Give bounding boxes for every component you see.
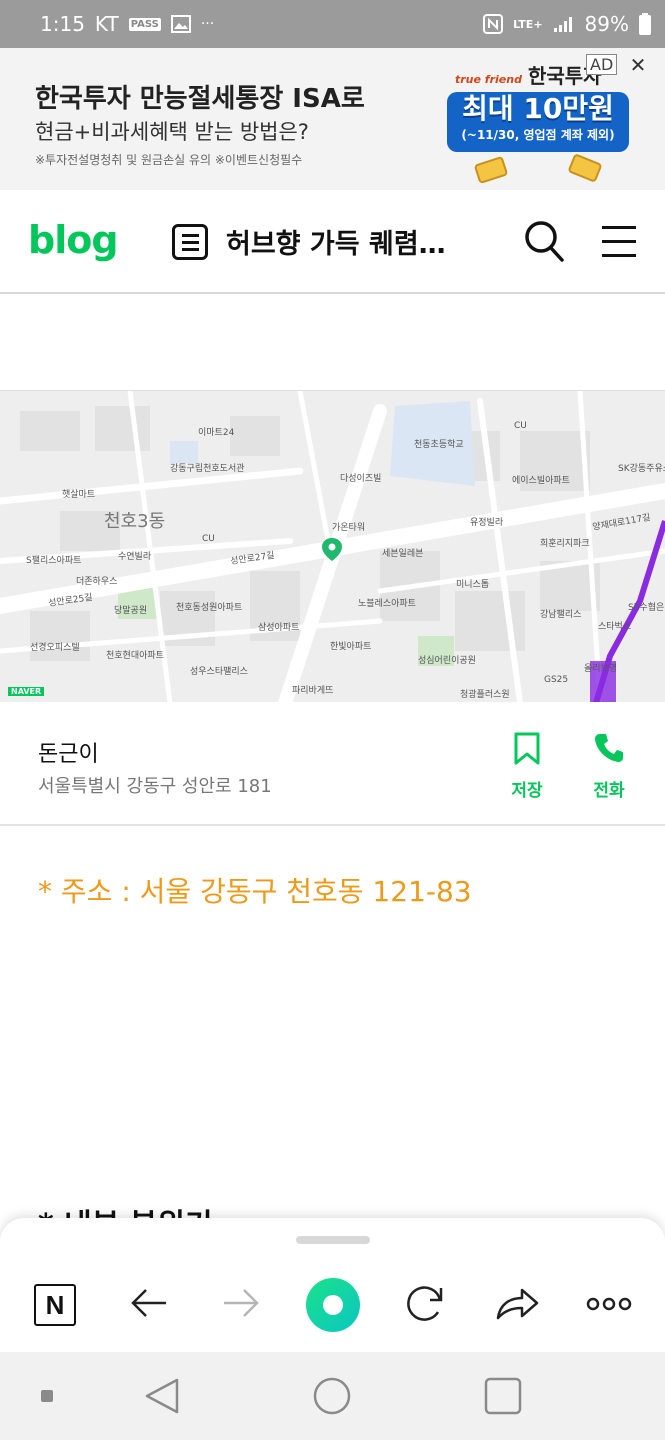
map-label: 한빛아파트	[330, 642, 372, 652]
post-list-icon[interactable]	[172, 224, 208, 260]
nfc-icon	[483, 14, 504, 34]
map-label: 에이스빌아파트	[512, 476, 570, 486]
ad-promo-sub: (~11/30, 영업점 계좌 제외)	[461, 128, 615, 142]
map-label: 세븐일레븐	[382, 549, 424, 559]
map-label: Sh수협은	[628, 603, 665, 613]
ad-label: AD	[586, 54, 618, 75]
refresh-icon[interactable]	[400, 1278, 450, 1328]
map-label: 천호동성원아파트	[176, 603, 243, 613]
map-label: 가온타워	[332, 523, 366, 533]
menu-icon[interactable]	[602, 224, 636, 258]
nav-recents-icon[interactable]	[483, 1376, 523, 1416]
post-title[interactable]: 허브향 가득 퀘렴…	[226, 222, 446, 261]
nav-back-icon[interactable]	[143, 1376, 183, 1416]
address-text: * 주소 : 서울 강동구 천호동 121-83	[38, 875, 472, 908]
ad-headline: 한국투자 만능절세통장 ISA로	[35, 84, 365, 114]
blog-logo[interactable]: blog	[28, 218, 119, 262]
map-label: 햇살마트	[62, 490, 96, 500]
map-label: 청광플러스원	[460, 690, 510, 700]
map-label: 성우스타팰리스	[190, 667, 248, 677]
phone-icon	[595, 734, 623, 762]
map-label: 수연빌라	[118, 552, 152, 562]
ad-brand: true friend 한국투자	[455, 60, 602, 89]
place-address: 서울특별시 강동구 성안로 181	[38, 776, 272, 797]
share-icon[interactable]	[492, 1278, 542, 1328]
place-map[interactable]: 천호3동 이마트24 강동구립천호도서관 천동초등학교 다성이즈빌 햇살마트 가…	[0, 390, 665, 702]
map-label: 삼성아파트	[258, 623, 300, 633]
battery-icon	[639, 13, 651, 35]
signal-icon	[553, 17, 572, 32]
network-type: LTE+	[513, 17, 543, 31]
ad-banner[interactable]: 한국투자 만능절세통장 ISA로 현금+비과세혜택 받는 방법은? ※투자전설명…	[0, 48, 665, 190]
green-dot-button[interactable]	[306, 1278, 360, 1332]
toolbar-handle[interactable]	[296, 1236, 370, 1244]
more-icon[interactable]	[584, 1278, 634, 1328]
pass-icon: PASS	[128, 17, 161, 31]
nav-home-icon[interactable]	[311, 1375, 353, 1417]
status-bar: 1:15 KT PASS ··· LTE+ 89%	[0, 0, 665, 48]
ad-brand-small: true friend	[455, 73, 522, 86]
browser-toolbar: N	[0, 1218, 665, 1352]
map-label: 강동구립천호도서관	[170, 464, 245, 474]
map-area-label: 천호3동	[104, 511, 166, 532]
place-card[interactable]: 돈근이 서울특별시 강동구 성안로 181 저장 전화	[0, 702, 665, 826]
map-label: 유정빌라	[470, 518, 504, 528]
save-label: 저장	[511, 781, 543, 801]
map-label: 스타벅스	[598, 622, 632, 632]
map-label: GS25	[544, 675, 569, 685]
ad-promo-main: 최대 10만원	[462, 92, 614, 125]
map-label: 올리브영	[584, 664, 618, 674]
map-label: CU	[514, 421, 527, 431]
ad-subline: 현금+비과세혜택 받는 방법은?	[35, 120, 309, 144]
map-label: S팰리스아파트	[26, 556, 82, 566]
coin-icon	[473, 155, 509, 185]
map-label: 희훈리지파크	[540, 539, 590, 549]
call-label: 전화	[593, 781, 625, 801]
map-label: 다성이즈빌	[340, 474, 382, 484]
ad-close-button[interactable]: ✕	[622, 52, 654, 78]
naver-logo: NAVER	[8, 687, 45, 696]
android-nav-bar	[0, 1352, 665, 1440]
map-label: 이마트24	[198, 428, 235, 438]
more-notifications-icon: ···	[200, 16, 215, 32]
map-label: 당말공원	[114, 606, 148, 616]
menu-dot-icon[interactable]	[40, 1389, 54, 1403]
status-time: 1:15	[40, 12, 85, 36]
bookmark-icon	[514, 732, 540, 765]
map-label: 미니스톱	[456, 580, 490, 590]
naver-home-icon[interactable]: N	[34, 1284, 76, 1326]
map-label: 천동초등학교	[414, 440, 464, 450]
map-label: 성심어린이공원	[418, 656, 476, 666]
map-label: 노블레스아파트	[358, 599, 416, 609]
battery-percent: 89%	[584, 12, 629, 36]
coin-icon	[567, 153, 603, 183]
call-button[interactable]: 전화	[582, 732, 636, 802]
gallery-icon	[170, 15, 191, 33]
ad-note: ※투자전설명청취 및 원금손실 유의 ※이벤트신청필수	[35, 153, 303, 167]
map-label: 선경오피스텔	[30, 643, 80, 653]
place-name: 돈근이	[38, 742, 99, 767]
back-icon[interactable]	[124, 1278, 174, 1328]
map-label: SK강동주유소	[618, 464, 665, 474]
blog-header: blog 허브향 가득 퀘렴…	[0, 190, 665, 294]
map-label: 더존하우스	[76, 577, 118, 587]
ad-promo-badge: 최대 10만원 (~11/30, 영업점 계좌 제외)	[447, 92, 629, 152]
save-button[interactable]: 저장	[500, 732, 554, 802]
map-label: CU	[202, 534, 215, 544]
forward-icon	[224, 1289, 259, 1317]
map-label: 강남팰리스	[540, 610, 582, 620]
status-carrier: KT	[94, 12, 119, 36]
map-label: 천호현대아파트	[106, 651, 164, 661]
search-icon[interactable]	[524, 220, 564, 262]
map-label: 파리바게뜨	[292, 686, 334, 696]
